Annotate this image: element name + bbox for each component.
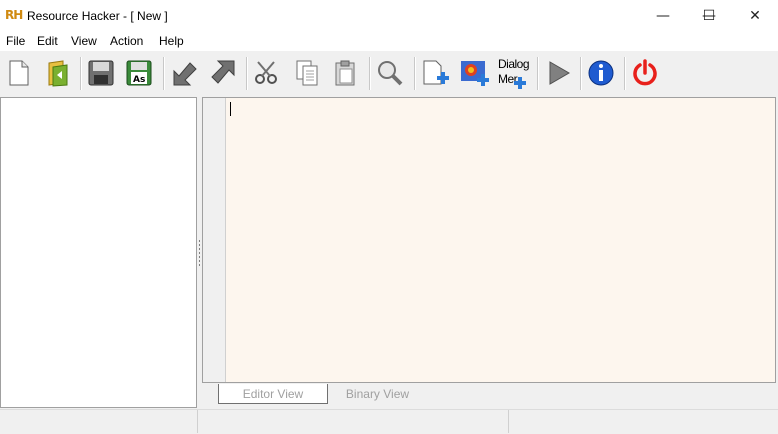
exit-button[interactable] bbox=[628, 55, 662, 91]
splitter-grip-icon[interactable] bbox=[198, 240, 201, 270]
magnifier-icon bbox=[378, 61, 403, 86]
text-caret bbox=[230, 102, 231, 116]
tab-editor-view[interactable]: Editor View bbox=[218, 384, 328, 404]
save-as-disk-icon: As bbox=[126, 60, 152, 86]
open-button[interactable] bbox=[40, 55, 74, 91]
new-button[interactable] bbox=[2, 55, 36, 91]
line-number-gutter bbox=[203, 98, 226, 382]
open-folder-icon bbox=[48, 60, 68, 87]
compile-run-button[interactable] bbox=[541, 55, 575, 91]
menu-bar: File Edit View Action Help bbox=[0, 31, 778, 51]
save-button[interactable] bbox=[84, 55, 118, 91]
save-as-button[interactable]: As bbox=[122, 55, 156, 91]
minimize-button[interactable]: — bbox=[640, 0, 686, 31]
paste-clipboard-icon bbox=[335, 60, 355, 86]
add-blank-resource-icon bbox=[423, 60, 449, 85]
save-disk-icon bbox=[88, 60, 114, 86]
app-icon: RH bbox=[5, 8, 23, 22]
copy-button[interactable] bbox=[290, 55, 324, 91]
import-button[interactable] bbox=[167, 55, 201, 91]
editor-panel bbox=[202, 97, 776, 383]
menu-help[interactable]: Help bbox=[159, 34, 184, 48]
power-icon bbox=[633, 59, 657, 86]
menu-action[interactable]: Action bbox=[110, 34, 143, 48]
add-image-icon bbox=[461, 61, 489, 86]
add-image-resource-button[interactable] bbox=[458, 55, 492, 91]
menu-view[interactable]: View bbox=[71, 34, 97, 48]
svg-text:As: As bbox=[133, 75, 145, 85]
about-button[interactable] bbox=[584, 55, 618, 91]
cut-button[interactable] bbox=[250, 55, 284, 91]
close-button[interactable]: ✕ bbox=[732, 0, 778, 31]
play-icon bbox=[549, 61, 570, 85]
import-arrow-icon bbox=[173, 62, 197, 86]
export-arrow-icon bbox=[211, 60, 235, 84]
add-blank-resource-button[interactable] bbox=[418, 55, 452, 91]
toolbar: As Dialog Mer bbox=[0, 51, 778, 96]
new-file-icon bbox=[9, 60, 29, 86]
script-editor[interactable] bbox=[226, 98, 775, 382]
resource-tree-panel[interactable] bbox=[0, 97, 197, 408]
menu-edit[interactable]: Edit bbox=[37, 34, 58, 48]
maximize-button[interactable]: ☐ bbox=[686, 0, 732, 31]
find-button[interactable] bbox=[373, 55, 407, 91]
export-button[interactable] bbox=[205, 55, 239, 91]
add-dialog-menu-button[interactable]: Dialog Mer bbox=[496, 55, 532, 91]
menu-file[interactable]: File bbox=[6, 34, 25, 48]
window-title: Resource Hacker - [ New ] bbox=[27, 9, 168, 23]
scissors-icon bbox=[255, 61, 277, 84]
paste-button[interactable] bbox=[328, 55, 362, 91]
dialog-menu-icon: Dialog Mer bbox=[496, 57, 532, 89]
copy-icon bbox=[296, 60, 318, 86]
status-pane-middle bbox=[198, 410, 509, 433]
info-icon bbox=[588, 60, 614, 86]
status-bar bbox=[0, 409, 778, 434]
tab-binary-view[interactable]: Binary View bbox=[330, 384, 425, 404]
status-pane-left bbox=[0, 410, 198, 433]
